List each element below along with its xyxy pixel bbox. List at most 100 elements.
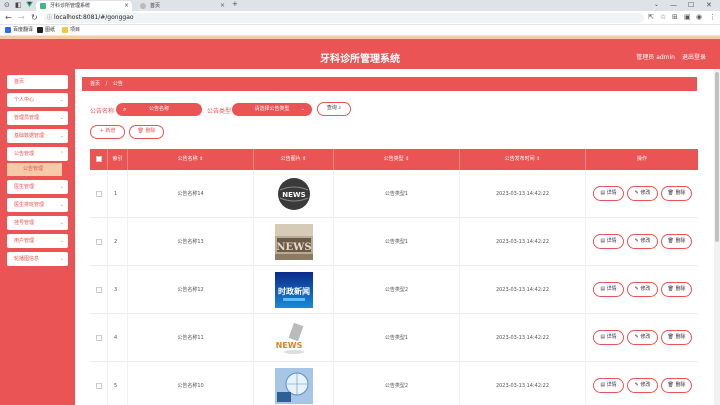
close-tab-icon[interactable]: × [124,1,129,11]
logout-link[interactable]: 退出登录 [682,52,706,61]
detail-label: 详情 [606,190,617,196]
detail-button[interactable]: ▤ 详情 [593,330,624,345]
svg-text:NEWS: NEWS [282,191,305,199]
notice-thumbnail[interactable]: NEWS [275,320,313,356]
row-checkbox[interactable] [90,362,108,405]
edit-label: 修改 [640,238,651,244]
delete-button[interactable]: 🗑 删除 [661,234,692,249]
breadcrumb-current: 公告 [112,81,123,87]
row-index: 4 [108,314,128,362]
row-checkbox[interactable] [90,170,108,218]
row-checkbox[interactable] [90,314,108,362]
bookmark-item[interactable]: 项目 [62,27,80,34]
detail-button[interactable]: ▤ 详情 [593,234,624,249]
chevron-down-icon: ⌄ [59,256,64,262]
sidebar-item-label: 轮播图信息 [14,256,40,262]
chevron-down-icon[interactable]: ⌄ [654,1,659,8]
select-all-checkbox[interactable] [90,149,108,170]
sidebar-item-schedule[interactable]: 医生排班管理 ⌄ [7,198,68,212]
notice-thumbnail[interactable] [275,368,313,404]
bookmark-item[interactable]: 图纸 [37,27,55,34]
col-name[interactable]: 公告名称 ⇕ [128,149,254,170]
tab-app[interactable]: 牙科诊所管理系统 × [36,1,132,11]
col-image[interactable]: 公告图片 ⇕ [254,149,334,170]
notice-thumbnail[interactable]: NEWS [275,224,313,260]
sidebar-subitem-notice[interactable]: 公告管理 [7,163,62,176]
chevron-down-icon: ⌄ [59,202,64,208]
delete-button[interactable]: 🗑 删除 [661,186,692,201]
delete-button[interactable]: 🗑 删除 [661,282,692,297]
sidebar-item-profile[interactable]: 个人中心 ⌄ [7,93,68,107]
detail-button[interactable]: ▤ 详情 [593,378,624,393]
doc-icon: ▤ [600,334,606,340]
trash-icon: 🗑 [667,190,674,196]
new-tab-button[interactable]: + [232,0,238,8]
row-checkbox[interactable] [90,266,108,314]
url-field[interactable]: ⓘ localhost:8081/#/gonggao [44,13,644,23]
delete-label: 删除 [675,190,686,196]
translate-icon[interactable]: ⊞ [672,13,678,21]
edit-button[interactable]: ✎ 修改 [627,186,658,201]
back-icon[interactable]: ← [5,13,12,23]
notice-name-input[interactable]: ⌕ 公告名称 [116,103,202,116]
star-icon[interactable]: ☆ [660,13,666,21]
batch-delete-button[interactable]: 🗑 删除 [129,125,164,139]
add-button[interactable]: + 新增 [90,125,125,139]
close-tab-icon[interactable]: × [220,1,225,11]
edit-label: 修改 [640,334,651,340]
breadcrumb-home[interactable]: 首页 [90,81,100,87]
row-notice-type: 公告类型2 [334,266,460,314]
tab-search-icon[interactable]: ◧ [15,1,22,9]
detail-button[interactable]: ▤ 详情 [593,186,624,201]
col-actions: 操作 [586,149,698,170]
delete-button[interactable]: 🗑 删除 [661,378,692,393]
bookmark-item[interactable]: 百度翻译 [5,27,33,34]
sidebar-item-admins[interactable]: 管理员管理 ⌄ [7,111,68,125]
sidebar-item-home[interactable]: 首页 [7,75,68,89]
sidebar-item-label: 医生排班管理 [14,202,45,208]
sidebar-item-users[interactable]: 用户管理 ⌄ [7,234,68,248]
profile-icon[interactable]: ◉ [696,13,702,21]
table-row: 2 公告名称13 NEWS 公告类型1 2023-03-13 14:42:22 ▤ 详情 ✎… [90,218,698,266]
col-type[interactable]: 公告类型 ⇕ [334,149,460,170]
notice-type-select[interactable]: 请选择公告类型 ⌄ [232,103,312,116]
row-publish-time: 2023-03-13 14:42:22 [460,170,586,218]
sidebar-item-registration[interactable]: 挂号管理 ⌄ [7,216,68,230]
col-type-label: 公告类型 [383,156,404,162]
detail-button[interactable]: ▤ 详情 [593,282,624,297]
tab-home[interactable]: 首页 × [136,1,228,11]
notice-thumbnail[interactable]: NEWS [275,176,313,212]
row-image-cell: NEWS [254,314,334,362]
sidebar-item-notice[interactable]: 公告管理 ⌃ [7,147,68,161]
forward-icon[interactable]: → [18,13,25,23]
row-checkbox[interactable] [90,218,108,266]
current-user: 管理员 admin [636,54,675,61]
edit-button[interactable]: ✎ 修改 [627,378,658,393]
edit-button[interactable]: ✎ 修改 [627,330,658,345]
edit-button[interactable]: ✎ 修改 [627,234,658,249]
page-scrollbar-thumb[interactable] [715,72,719,242]
search-button[interactable]: 查询 ⌕ [317,102,351,116]
trash-icon: 🗑 [667,286,674,292]
reload-icon[interactable]: ↻ [31,13,38,23]
row-publish-time: 2023-03-13 14:42:22 [460,266,586,314]
window-menu-icon[interactable]: ⊙ [4,1,10,9]
minimize-icon[interactable]: — [670,1,677,9]
notice-thumbnail[interactable]: 时政新闻 [275,272,313,308]
edit-button[interactable]: ✎ 修改 [627,282,658,297]
sidebar-item-base-data[interactable]: 基础数据管理 ⌄ [7,129,68,143]
sidebar-item-carousel[interactable]: 轮播图信息 ⌄ [7,252,68,266]
info-icon[interactable]: ⓘ [47,13,52,23]
close-window-icon[interactable]: ✕ [706,1,712,9]
sidebar-icon[interactable]: ▣ [684,13,691,21]
menu-icon[interactable]: ⋮ [709,13,716,21]
row-image-cell: 时政新闻 [254,266,334,314]
col-time[interactable]: 公告发布时间 ⇕ [460,149,586,170]
sidebar-item-doctors[interactable]: 医生管理 ⌄ [7,180,68,194]
doc-icon: ▤ [600,190,606,196]
row-notice-type: 公告类型1 [334,314,460,362]
share-icon[interactable]: ⇱ [648,13,654,21]
delete-button[interactable]: 🗑 删除 [661,330,692,345]
maximize-icon[interactable]: ☐ [688,1,694,9]
row-publish-time: 2023-03-13 14:42:22 [460,218,586,266]
